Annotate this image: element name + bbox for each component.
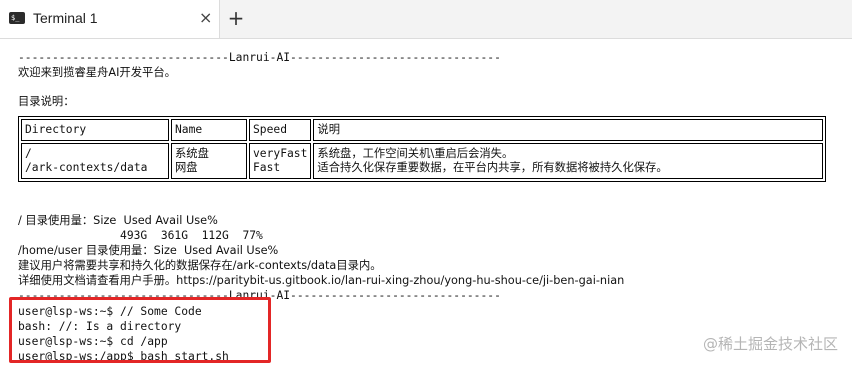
add-tab-button[interactable]: +: [224, 4, 248, 32]
close-icon[interactable]: ×: [199, 8, 212, 27]
dir-heading: 目录说明：: [18, 95, 75, 108]
highlight-box: [9, 297, 271, 363]
header-speed: Speed: [249, 119, 312, 141]
tab-terminal-1[interactable]: $_ Terminal 1 ×: [0, 0, 220, 38]
welcome-line: 欢迎来到揽睿星舟AI开发平台。: [18, 66, 176, 79]
tab-bar: $_ Terminal 1 × +: [0, 0, 852, 39]
watermark: @稀土掘金技术社区: [702, 335, 838, 353]
usage-home-header: /home/user 目录使用量：Size Used Avail Use%: [18, 244, 279, 257]
table-row: / /ark-contexts/data 系统盘 网盘 veryFast Fas…: [21, 143, 823, 179]
header-name: Name: [171, 119, 247, 141]
cell-name: 系统盘 网盘: [171, 143, 247, 179]
tab-title: Terminal 1: [33, 10, 98, 26]
cell-directory: / /ark-contexts/data: [21, 143, 169, 179]
banner-line: -------------------------------Lanrui-AI…: [18, 51, 501, 64]
advice-line: 建议用户将需要共享和持久化的数据保存在/ark-contexts/data目录内…: [18, 259, 382, 272]
header-directory: Directory: [21, 119, 169, 141]
usage-root-header: / 目录使用量：Size Used Avail Use%: [18, 214, 218, 227]
table-header-row: Directory Name Speed 说明: [21, 119, 823, 141]
directory-table: Directory Name Speed 说明 / /ark-contexts/…: [18, 116, 826, 182]
header-description: 说明: [313, 119, 823, 141]
doc-link-line[interactable]: 详细使用文档请查看用户手册。https://paritybit-us.gitbo…: [18, 274, 624, 288]
terminal-icon: $_: [9, 12, 25, 24]
cell-speed: veryFast Fast: [249, 143, 312, 179]
cell-description: 系统盘，工作空间关机\重启后会消失。 适合持久化保存重要数据，在平台内共享，所有…: [313, 143, 823, 179]
usage-root-values: 493G 361G 112G 77%: [18, 229, 263, 242]
